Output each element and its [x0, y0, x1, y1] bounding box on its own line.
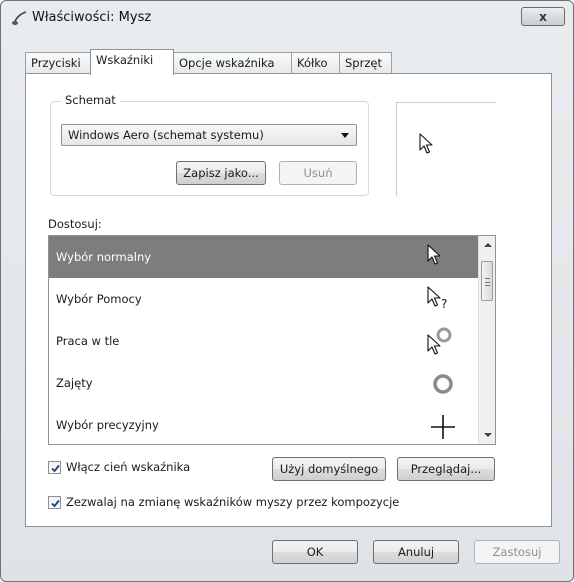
- chevron-down-icon: [341, 133, 349, 138]
- arrow-cursor-icon: [419, 133, 433, 154]
- shadow-checkbox-label: Włącz cień wskaźnika: [66, 460, 191, 474]
- busy-cursor-icon: [433, 374, 453, 394]
- help-cursor-icon: ?: [427, 286, 447, 311]
- working-in-background-cursor-icon: [427, 327, 452, 355]
- close-icon: x: [539, 9, 547, 24]
- cursor-preview: [396, 102, 496, 196]
- themes-checkbox-label: Zezwalaj na zmianę wskaźników myszy prze…: [66, 495, 400, 509]
- scheme-dropdown-value: Windows Aero (schemat systemu): [68, 128, 264, 142]
- shadow-checkbox[interactable]: [48, 461, 61, 474]
- list-item[interactable]: Wybór Pomocy ?: [49, 278, 479, 320]
- tab-sprzet[interactable]: Sprzęt: [339, 52, 392, 74]
- scroll-up-icon[interactable]: [484, 243, 492, 247]
- window-title: Właściwości: Mysz: [32, 10, 152, 25]
- use-default-button[interactable]: Użyj domyślnego: [272, 457, 386, 481]
- pointers-tab-panel: Schemat Windows Aero (schemat systemu) Z…: [25, 73, 552, 527]
- apply-button[interactable]: Zastosuj: [474, 540, 560, 564]
- list-item-label: Praca w tle: [56, 334, 120, 348]
- crosshair-cursor-icon: [431, 415, 455, 439]
- scheme-group-label: Schemat: [61, 93, 120, 107]
- checkmark-icon: [51, 499, 60, 508]
- scroll-down-icon[interactable]: [484, 433, 492, 437]
- list-item-label: Wybór normalny: [56, 250, 152, 264]
- close-button[interactable]: x: [521, 7, 565, 26]
- customize-label: Dostosuj:: [48, 217, 102, 231]
- list-item[interactable]: Zajęty: [49, 362, 479, 404]
- browse-button[interactable]: Przeglądaj...: [397, 457, 495, 481]
- tab-opcje-wskaznika[interactable]: Opcje wskaźnika: [173, 52, 292, 74]
- scroll-thumb[interactable]: [481, 261, 493, 301]
- mouse-cursor-icon: [12, 11, 27, 25]
- list-item-label: Zajęty: [56, 376, 93, 390]
- list-item-label: Wybór Pomocy: [56, 292, 142, 306]
- tab-kolko[interactable]: Kółko: [291, 52, 340, 74]
- tab-przyciski[interactable]: Przyciski: [25, 52, 91, 74]
- delete-scheme-button[interactable]: Usuń: [279, 161, 357, 185]
- svg-text:?: ?: [441, 297, 447, 311]
- arrow-cursor-icon: [427, 244, 441, 265]
- list-item[interactable]: Praca w tle: [49, 320, 479, 362]
- checkmark-icon: [51, 464, 60, 473]
- scheme-dropdown[interactable]: Windows Aero (schemat systemu): [61, 124, 357, 146]
- ok-button[interactable]: OK: [272, 540, 358, 564]
- list-item-label: Wybór precyzyjny: [56, 418, 159, 432]
- list-scrollbar[interactable]: [478, 236, 495, 444]
- cursor-list[interactable]: Wybór normalny Wybór Pomocy ? Praca w tl…: [48, 235, 496, 445]
- tab-wskazniki[interactable]: Wskaźniki: [90, 49, 174, 75]
- list-item[interactable]: Wybór precyzyjny: [49, 404, 479, 444]
- mouse-properties-window: Właściwości: Mysz x Przyciski Wskaźniki …: [0, 0, 574, 582]
- list-item[interactable]: Wybór normalny: [49, 236, 479, 278]
- cancel-button[interactable]: Anuluj: [373, 540, 459, 564]
- grip-icon: [485, 278, 490, 286]
- themes-checkbox[interactable]: [48, 496, 61, 509]
- save-as-button[interactable]: Zapisz jako...: [176, 161, 266, 185]
- title-bar[interactable]: Właściwości: Mysz x: [1, 1, 573, 35]
- scheme-group: Schemat Windows Aero (schemat systemu) Z…: [50, 93, 369, 196]
